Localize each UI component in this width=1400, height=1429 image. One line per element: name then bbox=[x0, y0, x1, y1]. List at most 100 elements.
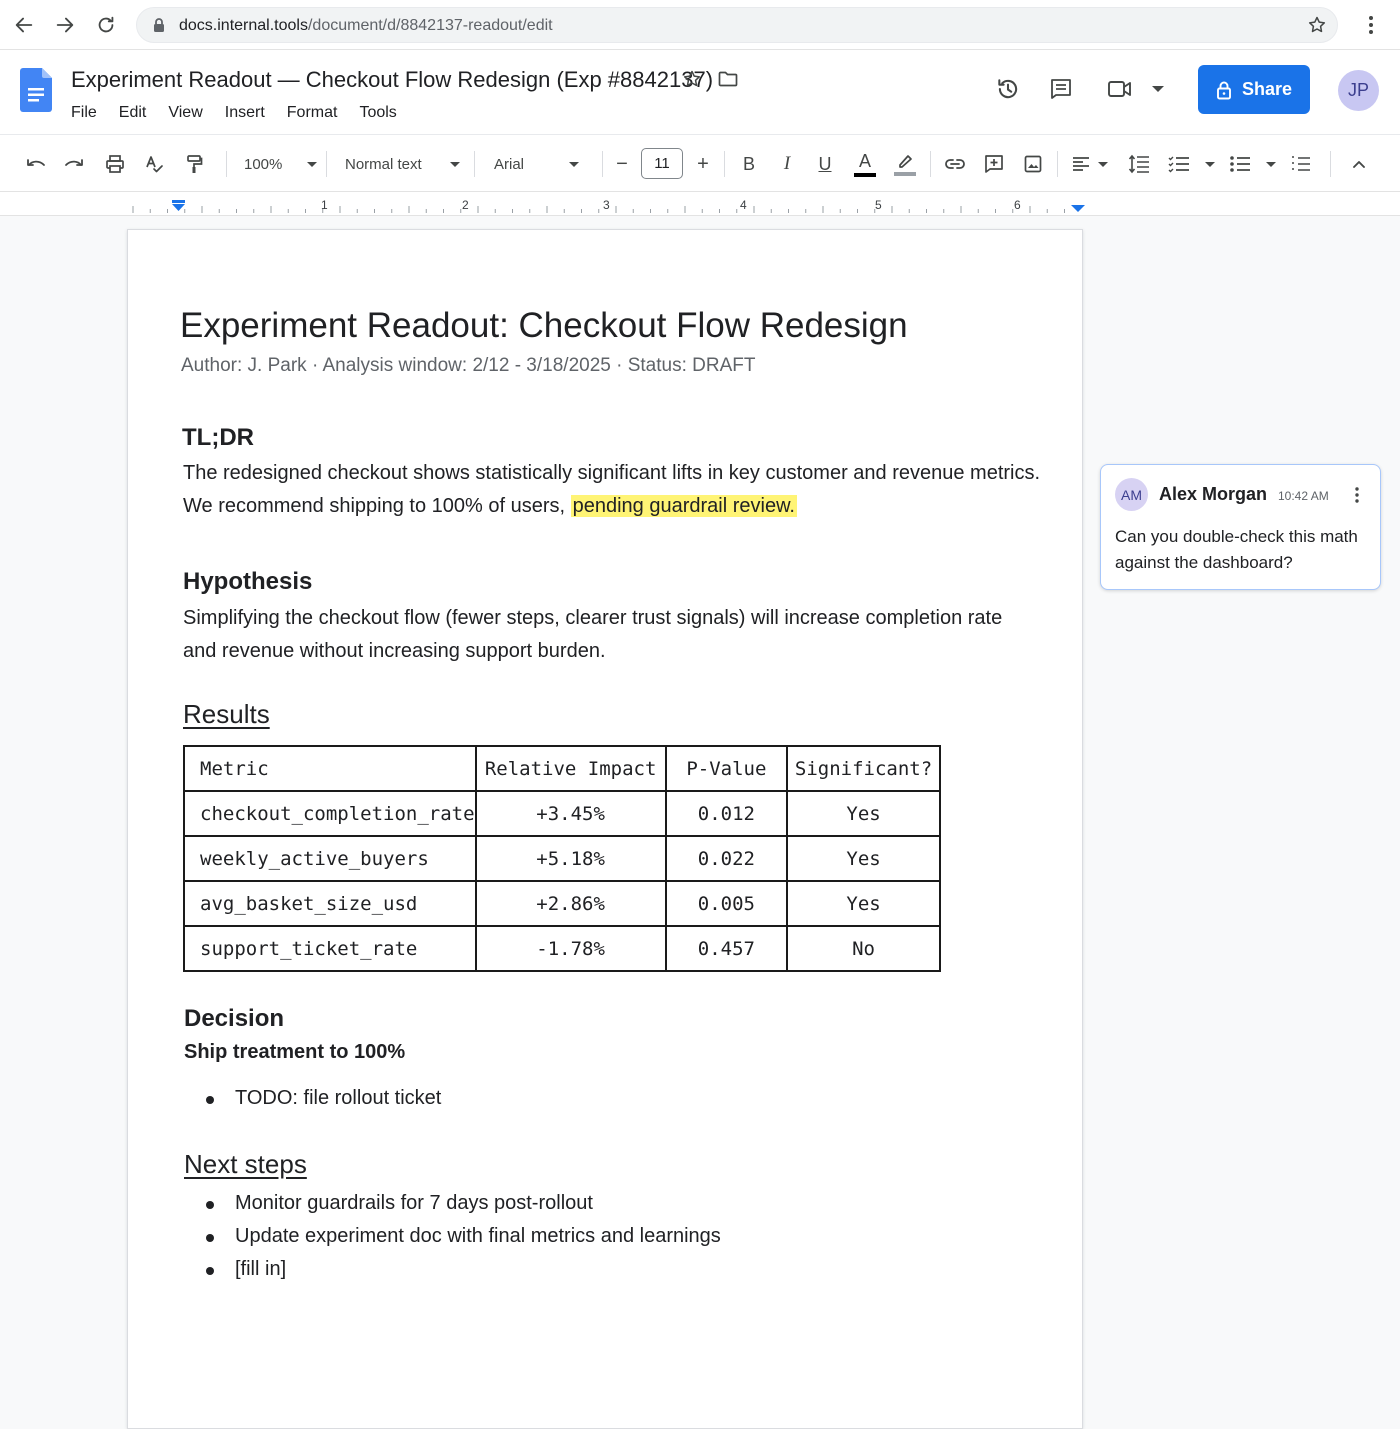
browser-bar: docs.internal.tools/document/d/8842137-r… bbox=[0, 0, 1400, 50]
comments-icon[interactable] bbox=[1047, 75, 1075, 103]
highlighted-text: pending guardrail review. bbox=[570, 495, 797, 517]
table-cell: avg_basket_size_usd bbox=[183, 880, 477, 927]
lock-icon bbox=[152, 17, 166, 33]
add-comment-icon[interactable] bbox=[980, 149, 1008, 179]
comment-more-icon[interactable] bbox=[1350, 485, 1364, 505]
meet-icon[interactable] bbox=[1106, 75, 1134, 103]
redo-icon[interactable] bbox=[60, 149, 88, 179]
menu-view[interactable]: View bbox=[157, 104, 213, 122]
toolbar-separator bbox=[724, 151, 725, 177]
share-button[interactable]: Share bbox=[1198, 65, 1310, 114]
left-indent-marker-icon[interactable] bbox=[171, 200, 186, 212]
paragraph-style-select[interactable]: Normal text bbox=[345, 149, 460, 179]
increase-font-size-button[interactable]: + bbox=[692, 149, 714, 179]
table-header-cell: Relative Impact bbox=[474, 745, 667, 792]
numbered-list-icon[interactable] bbox=[1288, 149, 1314, 179]
bulleted-list-dropdown-icon[interactable] bbox=[1265, 149, 1277, 179]
print-icon[interactable] bbox=[101, 149, 129, 179]
share-label: Share bbox=[1241, 79, 1293, 99]
table-cell: 0.012 bbox=[664, 790, 789, 837]
bold-button[interactable]: B bbox=[737, 149, 761, 179]
document-meta: Author: J. Park · Analysis window: 2/12 … bbox=[181, 355, 756, 376]
tldr-heading: TL;DR bbox=[182, 424, 254, 451]
document-heading: Experiment Readout: Checkout Flow Redesi… bbox=[180, 306, 908, 345]
right-indent-marker-icon[interactable] bbox=[1071, 205, 1085, 213]
share-lock-icon bbox=[1217, 81, 1231, 99]
star-icon[interactable] bbox=[681, 68, 703, 90]
tldr-line-2: We recommend shipping to 100% of users, … bbox=[183, 490, 1040, 523]
docs-logo-icon[interactable] bbox=[20, 68, 52, 112]
decision-subheading: Ship treatment to 100% bbox=[184, 1041, 406, 1063]
hypothesis-paragraph: Simplifying the checkout flow (fewer ste… bbox=[183, 602, 1002, 668]
menu-format[interactable]: Format bbox=[276, 104, 349, 122]
undo-icon[interactable] bbox=[22, 149, 50, 179]
version-history-icon[interactable] bbox=[994, 75, 1022, 103]
toolbar-separator bbox=[226, 151, 227, 177]
highlight-color-icon[interactable] bbox=[892, 149, 918, 179]
font-size-input[interactable]: 11 bbox=[641, 148, 683, 179]
formatting-toolbar: 100% Normal text Arial − 11 + B I U A bbox=[0, 134, 1400, 192]
list-item: [fill in] bbox=[203, 1253, 721, 1286]
document-title[interactable]: Experiment Readout — Checkout Flow Redes… bbox=[71, 67, 713, 93]
hypothesis-line-1: Simplifying the checkout flow (fewer ste… bbox=[183, 607, 1003, 629]
user-avatar[interactable]: JP bbox=[1338, 70, 1379, 111]
align-left-icon[interactable] bbox=[1068, 149, 1094, 179]
next-steps-list: Monitor guardrails for 7 days post-rollo… bbox=[203, 1187, 721, 1286]
ruler-number: 4 bbox=[740, 198, 747, 212]
table-cell: -1.78% bbox=[474, 925, 667, 972]
browser-menu-icon[interactable] bbox=[1356, 10, 1386, 40]
document-page[interactable]: Experiment Readout: Checkout Flow Redesi… bbox=[127, 229, 1083, 1429]
move-folder-icon[interactable] bbox=[717, 68, 739, 90]
url-host: docs.internal.tools bbox=[179, 17, 308, 34]
toolbar-separator bbox=[1330, 151, 1331, 177]
collapse-menus-icon[interactable] bbox=[1346, 149, 1372, 179]
ruler-ticks bbox=[132, 206, 1065, 213]
forward-arrow-icon[interactable] bbox=[50, 10, 80, 40]
decision-heading: Decision bbox=[184, 1005, 285, 1032]
paragraph-style-value: Normal text bbox=[345, 155, 422, 173]
table-cell: +2.86% bbox=[474, 880, 667, 927]
bulleted-list-icon[interactable] bbox=[1226, 149, 1254, 179]
back-arrow-icon[interactable] bbox=[9, 10, 39, 40]
docs-header: Experiment Readout — Checkout Flow Redes… bbox=[0, 50, 1400, 134]
menu-tools[interactable]: Tools bbox=[348, 104, 407, 122]
list-item: Monitor guardrails for 7 days post-rollo… bbox=[203, 1187, 721, 1220]
link-icon[interactable] bbox=[941, 149, 969, 179]
comment-card[interactable]: AM Alex Morgan 10:42 AM Can you double-c… bbox=[1100, 464, 1381, 590]
comment-timestamp: 10:42 AM bbox=[1278, 489, 1329, 503]
table-cell: checkout_completion_rate bbox=[183, 790, 477, 837]
insert-image-icon[interactable] bbox=[1019, 149, 1047, 179]
address-bar[interactable]: docs.internal.tools/document/d/8842137-r… bbox=[136, 7, 1338, 43]
underline-button[interactable]: U bbox=[813, 149, 837, 179]
text-color-button[interactable]: A bbox=[852, 149, 878, 179]
checklist-dropdown-icon[interactable] bbox=[1204, 149, 1216, 179]
toolbar-separator bbox=[326, 151, 327, 177]
zoom-select[interactable]: 100% bbox=[244, 149, 318, 179]
toolbar-separator bbox=[602, 151, 603, 177]
menu-insert[interactable]: Insert bbox=[214, 104, 276, 122]
bookmark-star-icon[interactable] bbox=[1307, 15, 1327, 35]
table-cell: No bbox=[786, 925, 941, 972]
ruler: 1 2 3 4 5 6 bbox=[0, 192, 1400, 216]
meet-dropdown-icon[interactable] bbox=[1150, 83, 1166, 95]
reload-icon[interactable] bbox=[91, 10, 121, 40]
menu-file[interactable]: File bbox=[60, 104, 108, 122]
decision-list: TODO: file rollout ticket bbox=[203, 1082, 441, 1115]
paint-format-icon[interactable] bbox=[180, 149, 208, 179]
spellcheck-icon[interactable] bbox=[140, 149, 168, 179]
menu-edit[interactable]: Edit bbox=[108, 104, 158, 122]
table-cell: Yes bbox=[786, 790, 941, 837]
checklist-icon[interactable] bbox=[1165, 149, 1193, 179]
line-spacing-icon[interactable] bbox=[1125, 149, 1153, 179]
decrease-font-size-button[interactable]: − bbox=[611, 149, 633, 179]
results-table[interactable]: Metric Relative Impact P-Value Significa… bbox=[183, 745, 941, 972]
url-path: /document/d/8842137-readout/edit bbox=[307, 17, 553, 34]
next-steps-heading: Next steps bbox=[184, 1149, 307, 1179]
menu-bar: File Edit View Insert Format Tools bbox=[60, 104, 408, 122]
table-cell: 0.022 bbox=[664, 835, 789, 882]
align-dropdown-icon[interactable] bbox=[1097, 149, 1109, 179]
font-select[interactable]: Arial bbox=[494, 149, 580, 179]
table-cell: Yes bbox=[786, 880, 941, 927]
table-cell: +5.18% bbox=[474, 835, 667, 882]
italic-button[interactable]: I bbox=[775, 149, 799, 179]
